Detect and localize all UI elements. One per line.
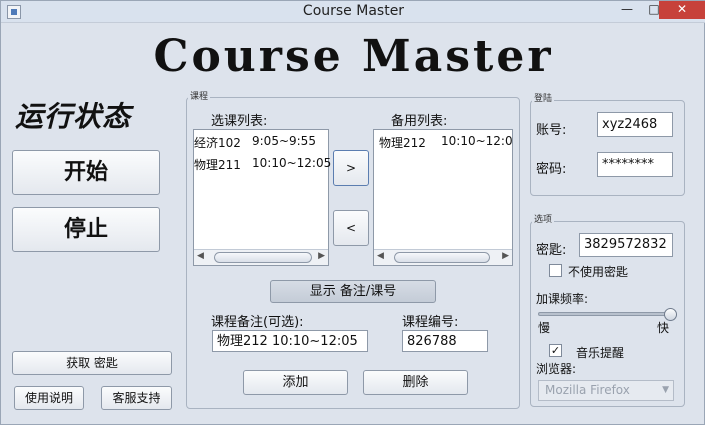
scroll-thumb[interactable]: [214, 252, 312, 263]
horizontal-scrollbar[interactable]: ◀ ▶: [194, 249, 328, 265]
chevron-down-icon: ▼: [662, 385, 669, 395]
course-number-label: 课程编号:: [402, 315, 459, 330]
course-name: 物理211: [194, 158, 241, 172]
frequency-label: 加课频率:: [536, 292, 589, 306]
get-key-button[interactable]: 获取 密匙: [12, 351, 172, 375]
course-time: 10:10~12:05: [441, 134, 513, 148]
close-button[interactable]: ✕: [659, 1, 705, 19]
options-panel-title: 选项: [532, 212, 555, 225]
music-checkbox[interactable]: ✓: [549, 344, 562, 357]
key-field[interactable]: 3829572832: [579, 233, 673, 257]
minimize-button[interactable]: —: [613, 1, 641, 19]
backup-list-header: 备用列表:: [391, 114, 448, 129]
fast-label: 快: [657, 321, 670, 335]
course-note-field[interactable]: 物理212 10:10~12:05: [212, 330, 368, 352]
manual-button[interactable]: 使用说明: [14, 386, 84, 410]
horizontal-scrollbar[interactable]: ◀ ▶: [374, 249, 512, 265]
list-item[interactable]: 物理212 10:10~12:05: [379, 134, 512, 151]
account-label: 账号:: [536, 123, 567, 138]
scroll-right-icon[interactable]: ▶: [502, 251, 509, 261]
login-panel-title: 登陆: [532, 91, 555, 104]
show-note-toggle-button[interactable]: 显示 备注/课号: [270, 280, 436, 303]
course-note-label: 课程备注(可选):: [211, 315, 304, 330]
course-panel-title: 课程: [188, 89, 211, 102]
app-window: Course Master — □ ✕ Course Master 运行状态 开…: [0, 0, 705, 425]
stop-button[interactable]: 停止: [12, 207, 160, 252]
scroll-left-icon[interactable]: ◀: [377, 251, 384, 261]
course-name: 物理212: [379, 136, 426, 150]
backup-course-list[interactable]: 物理212 10:10~12:05 ◀ ▶: [373, 129, 513, 266]
no-key-checkbox[interactable]: [549, 264, 562, 277]
browser-label: 浏览器:: [536, 362, 577, 376]
checkmark-icon: ✓: [550, 344, 561, 357]
title-bar: Course Master — □ ✕: [1, 1, 705, 23]
list-item[interactable]: 物理211 10:10~12:05: [194, 156, 331, 173]
scroll-left-icon[interactable]: ◀: [197, 251, 204, 261]
selected-course-list[interactable]: 经济102 9:05~9:55 物理211 10:10~12:05 ◀ ▶: [193, 129, 331, 266]
course-time: 9:05~9:55: [252, 134, 316, 148]
course-time: 10:10~12:05: [252, 156, 332, 170]
frequency-slider-track[interactable]: [538, 312, 671, 316]
delete-button[interactable]: 删除: [363, 370, 468, 395]
slow-label: 慢: [538, 321, 551, 335]
key-label: 密匙:: [536, 243, 567, 258]
no-key-label: 不使用密匙: [568, 265, 629, 279]
scroll-thumb[interactable]: [394, 252, 490, 263]
add-button[interactable]: 添加: [243, 370, 348, 395]
app-banner: Course Master: [153, 31, 554, 82]
start-button[interactable]: 开始: [12, 150, 160, 195]
window-title: Course Master: [302, 3, 405, 19]
move-right-button[interactable]: >: [333, 150, 369, 186]
course-name: 经济102: [194, 136, 241, 150]
scroll-right-icon[interactable]: ▶: [318, 251, 325, 261]
account-field[interactable]: xyz2468: [597, 112, 673, 137]
music-label: 音乐提醒: [576, 346, 625, 360]
list-item[interactable]: 经济102 9:05~9:55: [194, 134, 316, 151]
password-label: 密码:: [536, 162, 567, 177]
status-label: 运行状态: [15, 100, 132, 133]
support-button[interactable]: 客服支持: [101, 386, 172, 410]
selected-list-header: 选课列表:: [211, 114, 268, 129]
browser-selected-value: Mozilla Firefox: [545, 383, 630, 397]
course-number-field[interactable]: 826788: [402, 330, 488, 352]
password-field[interactable]: ********: [597, 152, 673, 177]
browser-select[interactable]: Mozilla Firefox ▼: [538, 380, 674, 401]
move-left-button[interactable]: <: [333, 210, 369, 246]
